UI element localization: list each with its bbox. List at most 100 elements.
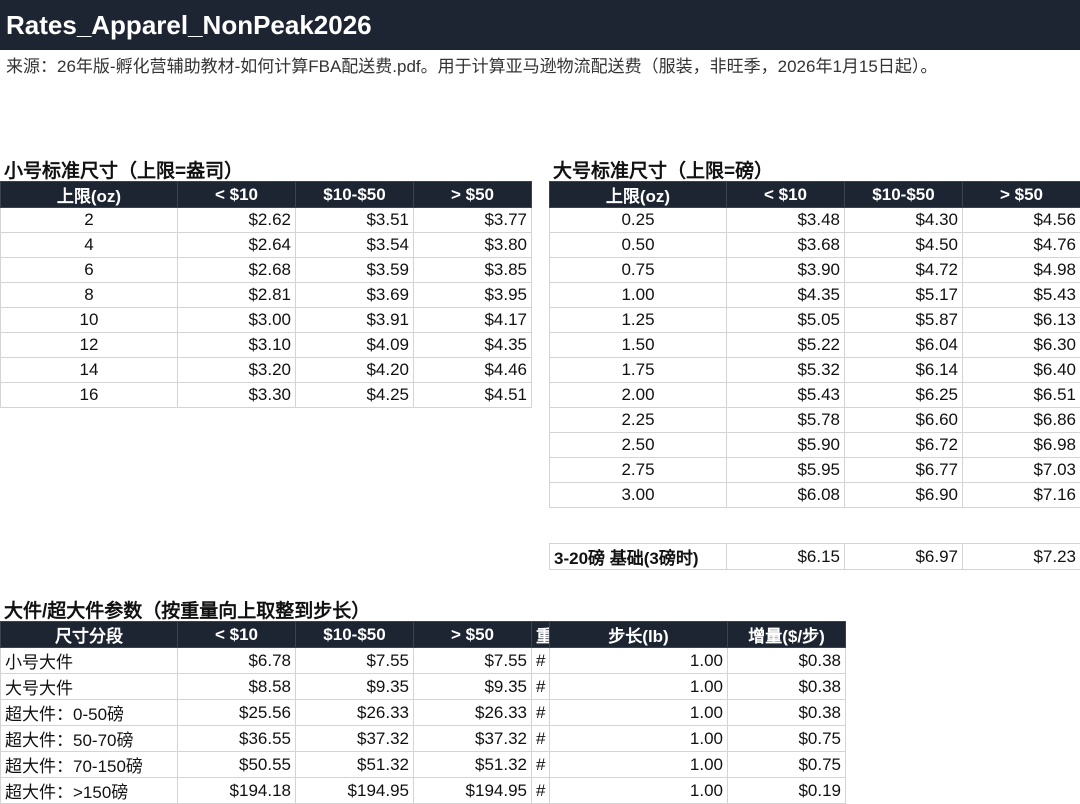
table-cell: 1.00 (550, 778, 728, 804)
table-row: 0.75$3.90$4.72$4.98 (550, 258, 1080, 283)
table-header-row: 上限(oz) < $10 $10-$50 > $50 (550, 182, 1080, 208)
table-cell: $3.85 (414, 258, 532, 283)
table-cell: $6.51 (963, 383, 1080, 408)
table-cell: $5.87 (845, 308, 963, 333)
table-cell: 1.00 (550, 752, 728, 778)
table-cell: 12 (1, 333, 178, 358)
table-cell: $4.50 (845, 233, 963, 258)
oversize-table: 尺寸分段 < $10 $10-$50 > $50 重 步长(lb) 增量($/步… (0, 621, 846, 804)
table-cell: $6.72 (845, 433, 963, 458)
base-row: 3-20磅 基础(3磅时) $6.15 $6.97 $7.23 (550, 544, 1080, 570)
header-cell: < $10 (727, 182, 845, 208)
table-row: 4$2.64$3.54$3.80 (1, 233, 532, 258)
header-cell: > $50 (414, 622, 532, 648)
table-cell: 2.50 (550, 433, 727, 458)
table-cell: $3.77 (414, 208, 532, 233)
table-cell: $6.30 (963, 333, 1080, 358)
table-cell: $36.55 (178, 726, 296, 752)
table-cell: $51.32 (414, 752, 532, 778)
table-cell: $3.00 (178, 308, 296, 333)
table-row: 2.50$5.90$6.72$6.98 (550, 433, 1080, 458)
table-cell: 超大件：>150磅 (1, 778, 178, 804)
table-cell: $7.03 (963, 458, 1080, 483)
table-cell: $0.38 (728, 674, 846, 700)
table-row: 0.25$3.48$4.30$4.56 (550, 208, 1080, 233)
table-row: 0.50$3.68$4.50$4.76 (550, 233, 1080, 258)
table-cell: 1.00 (550, 674, 728, 700)
table-cell: $26.33 (296, 700, 414, 726)
table-cell: 8 (1, 283, 178, 308)
table-header-row: 上限(oz) < $10 $10-$50 > $50 (1, 182, 532, 208)
table-cell: $6.25 (845, 383, 963, 408)
table-row: 16$3.30$4.25$4.51 (1, 383, 532, 408)
base-label: 3-20磅 基础(3磅时) (550, 544, 727, 570)
table-cell: $4.35 (414, 333, 532, 358)
table-cell: $6.14 (845, 358, 963, 383)
table-cell: $6.77 (845, 458, 963, 483)
table-row: 2.00$5.43$6.25$6.51 (550, 383, 1080, 408)
table-cell: $4.35 (727, 283, 845, 308)
table-row: 超大件：0-50磅$25.56$26.33$26.33#1.00$0.38 (1, 700, 846, 726)
large-standard-table: 上限(oz) < $10 $10-$50 > $50 0.25$3.48$4.3… (549, 181, 1080, 508)
table-cell: 1.50 (550, 333, 727, 358)
table-cell: 0.75 (550, 258, 727, 283)
table-cell: $3.69 (296, 283, 414, 308)
table-row: 14$3.20$4.20$4.46 (1, 358, 532, 383)
table-row: 3.00$6.08$6.90$7.16 (550, 483, 1080, 508)
table-row: 1.25$5.05$5.87$6.13 (550, 308, 1080, 333)
table-cell: 2.75 (550, 458, 727, 483)
header-cell: 步长(lb) (550, 622, 728, 648)
table-cell: # (532, 648, 550, 674)
table-cell: 小号大件 (1, 648, 178, 674)
table-row: 1.50$5.22$6.04$6.30 (550, 333, 1080, 358)
table-cell: $2.68 (178, 258, 296, 283)
table-cell: 超大件：50-70磅 (1, 726, 178, 752)
table-cell: $7.16 (963, 483, 1080, 508)
table-cell: $0.38 (728, 700, 846, 726)
small-standard-title: 小号标准尺寸（上限=盎司） (4, 156, 243, 183)
table-cell: $5.43 (727, 383, 845, 408)
table-cell: $7.55 (414, 648, 532, 674)
table-cell: 0.25 (550, 208, 727, 233)
table-cell: $2.64 (178, 233, 296, 258)
table-cell: $2.62 (178, 208, 296, 233)
table-cell: 2.00 (550, 383, 727, 408)
table-cell: $194.18 (178, 778, 296, 804)
table-cell: 超大件：0-50磅 (1, 700, 178, 726)
table-cell: $5.78 (727, 408, 845, 433)
small-standard-table: 上限(oz) < $10 $10-$50 > $50 2$2.62$3.51$3… (0, 181, 532, 408)
table-cell: # (532, 778, 550, 804)
table-cell: $3.54 (296, 233, 414, 258)
table-cell: $6.90 (845, 483, 963, 508)
table-cell: $4.51 (414, 383, 532, 408)
table-cell: $6.08 (727, 483, 845, 508)
table-cell: $50.55 (178, 752, 296, 778)
table-cell: $4.20 (296, 358, 414, 383)
table-cell: $9.35 (296, 674, 414, 700)
table-cell: $5.32 (727, 358, 845, 383)
table-cell: $4.98 (963, 258, 1080, 283)
table-cell: $3.51 (296, 208, 414, 233)
table-cell: $4.09 (296, 333, 414, 358)
table-cell: $3.20 (178, 358, 296, 383)
table-cell: $0.75 (728, 752, 846, 778)
table-cell: $3.91 (296, 308, 414, 333)
table-cell: $4.17 (414, 308, 532, 333)
table-cell: $6.13 (963, 308, 1080, 333)
table-cell: $6.86 (963, 408, 1080, 433)
table-row: 超大件：70-150磅$50.55$51.32$51.32#1.00$0.75 (1, 752, 846, 778)
table-cell: $4.30 (845, 208, 963, 233)
table-cell: $4.25 (296, 383, 414, 408)
table-cell: 2 (1, 208, 178, 233)
table-cell: $194.95 (296, 778, 414, 804)
table-cell: $3.95 (414, 283, 532, 308)
table-cell: 3.00 (550, 483, 727, 508)
table-cell: 16 (1, 383, 178, 408)
table-cell: $6.78 (178, 648, 296, 674)
table-cell: $5.05 (727, 308, 845, 333)
table-cell: 1.00 (550, 700, 728, 726)
header-cell: 尺寸分段 (1, 622, 178, 648)
sheet-title: Rates_Apparel_NonPeak2026 (0, 0, 1080, 50)
base-value: $7.23 (963, 544, 1080, 570)
table-cell: # (532, 700, 550, 726)
